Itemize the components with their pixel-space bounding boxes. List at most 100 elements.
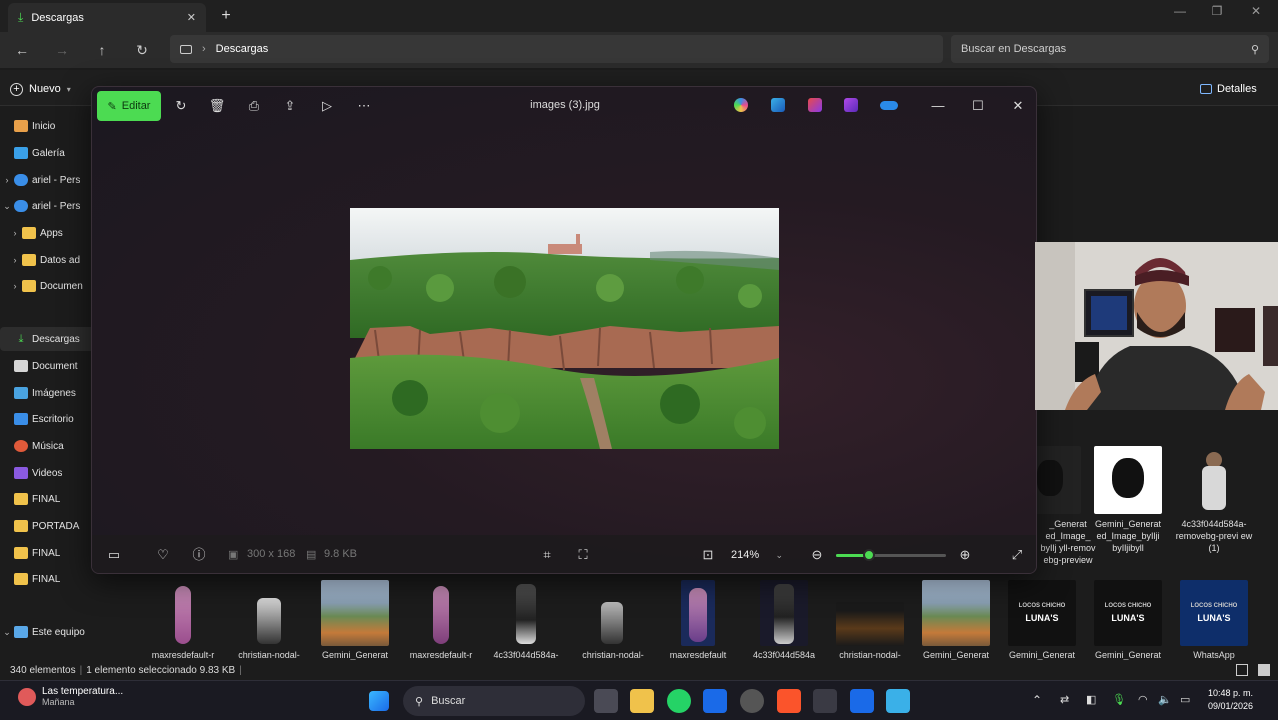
close-tab-icon[interactable]: ✕ xyxy=(187,11,196,24)
sidebar-item-este-equipo[interactable]: ⌄ Este equipo xyxy=(0,620,128,644)
minimize-icon[interactable]: — xyxy=(1168,4,1192,22)
brave-icon[interactable] xyxy=(777,689,801,713)
file-caption: Gemini_Generat xyxy=(321,650,389,660)
tray-icon[interactable]: ◧ xyxy=(1086,693,1096,706)
maximize-icon[interactable]: ☐ xyxy=(968,97,988,115)
webcam-overlay xyxy=(1035,242,1278,410)
microphone-icon[interactable]: 🎙 xyxy=(1112,693,1126,706)
new-tab-button[interactable]: + xyxy=(216,6,236,26)
close-icon[interactable]: ✕ xyxy=(1244,4,1268,22)
paint-icon[interactable] xyxy=(771,98,785,112)
forward-arrow-icon[interactable]: → xyxy=(52,40,72,60)
app-icon[interactable] xyxy=(850,689,874,713)
folder-icon xyxy=(14,493,28,505)
desktop-icon xyxy=(14,413,28,425)
file-explorer-icon[interactable] xyxy=(630,689,654,713)
clock[interactable]: 10:48 p. m. 09/01/2026 xyxy=(1208,687,1253,713)
visual-search-icon[interactable]: ⌗ xyxy=(538,546,556,564)
back-arrow-icon[interactable]: ← xyxy=(12,40,32,60)
zoom-slider[interactable] xyxy=(836,549,946,561)
file-tile[interactable]: maxresdefault-r xyxy=(143,580,223,660)
file-tile[interactable]: christian-nodal- xyxy=(830,580,910,660)
more-options-icon[interactable]: ⋯ xyxy=(354,97,374,115)
ocr-scan-icon[interactable]: ⛶ xyxy=(574,546,592,564)
chevron-up-icon[interactable]: ⌃ xyxy=(1032,693,1042,707)
file-tile[interactable]: christian-nodal- xyxy=(573,580,653,660)
tab-descargas[interactable]: ⤓ Descargas ✕ xyxy=(8,3,206,32)
share-icon[interactable]: ⇪ xyxy=(280,97,300,115)
print-icon[interactable]: ⎙ xyxy=(244,97,264,115)
file-tile[interactable]: maxresdefault xyxy=(658,580,738,660)
status-divider: | xyxy=(79,664,83,676)
app-icon[interactable] xyxy=(813,689,837,713)
app-icon[interactable] xyxy=(703,689,727,713)
zoom-out-icon[interactable]: ⊖ xyxy=(808,546,826,564)
clock-time: 10:48 p. m. xyxy=(1208,688,1254,698)
designer-icon[interactable] xyxy=(844,98,858,112)
address-bar[interactable]: › Descargas xyxy=(170,35,943,63)
file-tile[interactable]: LOCOS CHICHO LUNA'S WhatsApp xyxy=(1174,580,1254,660)
windows-taskbar: Las temperatura... Mañana ⚲ Buscar ⌃ ⇄ ◧… xyxy=(0,680,1278,720)
image-filename: images (3).jpg xyxy=(530,99,600,111)
clipchamp-icon[interactable] xyxy=(808,98,822,112)
battery-icon[interactable]: ▭ xyxy=(1180,693,1190,706)
new-button[interactable]: + Nuevo ▾ xyxy=(10,79,71,99)
close-icon[interactable]: ✕ xyxy=(1008,97,1028,115)
file-thumbnail xyxy=(760,580,808,646)
info-icon[interactable]: ⓘ xyxy=(190,546,208,564)
onedrive-icon[interactable] xyxy=(880,101,898,110)
weather-widget[interactable]: Las temperatura... Mañana xyxy=(18,686,123,707)
file-tile[interactable]: Gemini_Generat xyxy=(315,580,395,660)
file-tile[interactable]: 4c33f044d584a xyxy=(744,580,824,660)
filmstrip-icon[interactable]: ▭ xyxy=(105,546,123,564)
sidebar-item-label: Videos xyxy=(32,467,63,479)
volume-icon[interactable]: 🔈 xyxy=(1158,693,1172,706)
zoom-level-dropdown[interactable]: 214% ⌄ xyxy=(727,544,787,566)
up-arrow-icon[interactable]: ↑ xyxy=(92,40,112,60)
zoom-value: 214% xyxy=(731,549,760,561)
whatsapp-icon[interactable] xyxy=(667,689,691,713)
maximize-icon[interactable]: ❐ xyxy=(1205,4,1229,22)
details-button[interactable]: Detalles xyxy=(1200,79,1257,99)
breadcrumb-descargas[interactable]: Descargas xyxy=(216,43,269,55)
edit-button[interactable]: ✎ Editar xyxy=(97,91,161,121)
edit-pencil-icon: ✎ xyxy=(107,100,117,113)
sidebar-item-label: FINAL xyxy=(32,493,61,505)
video-icon xyxy=(14,467,28,479)
thumbnail-text: LUNA'S xyxy=(1111,613,1145,623)
copilot-icon[interactable] xyxy=(734,98,748,112)
wifi-icon[interactable]: ◠ xyxy=(1138,693,1148,706)
slideshow-icon[interactable]: ▷ xyxy=(317,97,337,115)
file-tile[interactable]: 4c33f044d584a- removebg-previ ew (1) xyxy=(1175,446,1253,554)
tray-icon[interactable]: ⇄ xyxy=(1060,693,1069,706)
refresh-icon[interactable]: ↻ xyxy=(132,40,152,60)
details-view-icon[interactable] xyxy=(1236,664,1248,676)
file-tile[interactable]: christian-nodal- xyxy=(229,580,309,660)
windows-start-icon[interactable] xyxy=(369,691,389,711)
file-tile[interactable]: LOCOS CHICHO LUNA'S Gemini_Generat xyxy=(1088,580,1168,660)
search-input[interactable]: Buscar en Descargas ⚲ xyxy=(951,35,1269,63)
delete-icon[interactable]: 🗑 xyxy=(207,97,227,115)
sidebar-item-label: Datos ad xyxy=(40,254,81,266)
chrome-icon[interactable] xyxy=(740,689,764,713)
minimize-icon[interactable]: — xyxy=(928,97,948,115)
fullscreen-icon[interactable]: ⤢ xyxy=(1008,546,1026,564)
rotate-icon[interactable]: ↻ xyxy=(171,97,191,115)
favorite-heart-icon[interactable]: ♡ xyxy=(154,546,172,564)
sidebar-item-label: Galería xyxy=(32,147,65,159)
large-icons-view-icon[interactable] xyxy=(1258,664,1270,676)
file-tile[interactable]: Gemini_Generat ed_Image_byIlji byIljibyl… xyxy=(1089,446,1167,554)
file-tile[interactable]: LOCOS CHICHO LUNA'S Gemini_Generat xyxy=(1002,580,1082,660)
task-view-icon[interactable] xyxy=(594,689,618,713)
taskbar-search[interactable]: ⚲ Buscar xyxy=(403,686,585,716)
file-caption: christian-nodal- xyxy=(238,650,300,660)
fit-to-window-icon[interactable]: ⊡ xyxy=(699,546,717,564)
file-tile[interactable]: Gemini_Generat xyxy=(916,580,996,660)
file-tile[interactable]: 4c33f044d584a- xyxy=(486,580,566,660)
zoom-in-icon[interactable]: ⊕ xyxy=(956,546,974,564)
status-divider: | xyxy=(239,664,242,676)
file-tile[interactable]: maxresdefault-r xyxy=(401,580,481,660)
zoom-slider-thumb[interactable] xyxy=(863,549,875,561)
cloud-icon xyxy=(14,200,28,212)
photos-app-icon[interactable] xyxy=(886,689,910,713)
